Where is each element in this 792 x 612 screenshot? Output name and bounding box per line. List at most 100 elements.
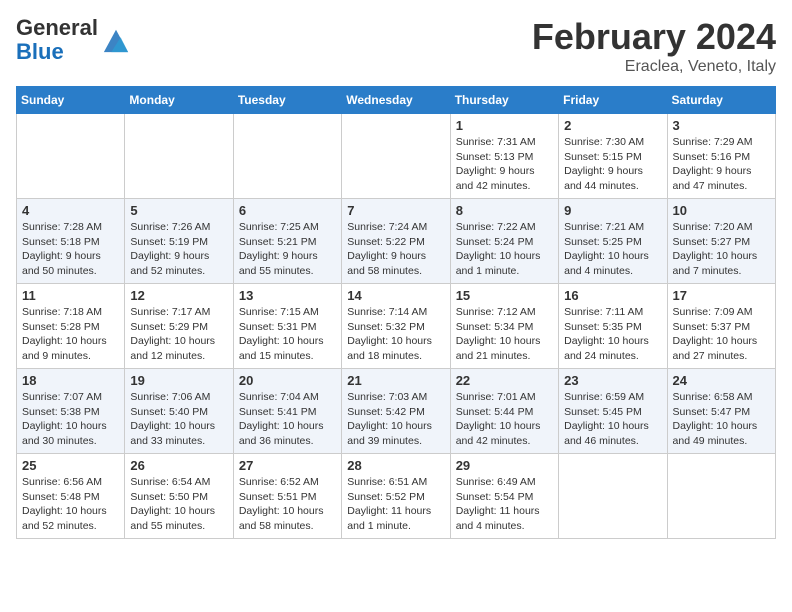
col-friday: Friday (559, 87, 667, 114)
calendar-cell: 6Sunrise: 7:25 AMSunset: 5:21 PMDaylight… (233, 199, 341, 284)
calendar-cell: 29 Sunrise: 6:49 AMSunset: 5:54 PMDayligh… (450, 454, 558, 539)
day-info: Sunrise: 7:06 AMSunset: 5:40 PMDaylight:… (130, 390, 227, 449)
calendar-cell: 3 Sunrise: 7:29 AMSunset: 5:16 PMDaylight… (667, 114, 775, 199)
logo: General Blue (16, 16, 130, 64)
day-number: 17 (673, 288, 770, 303)
day-info: Sunrise: 7:07 AMSunset: 5:38 PMDaylight:… (22, 390, 119, 449)
day-number: 2 (564, 118, 661, 133)
calendar-cell: 13 Sunrise: 7:15 AMSunset: 5:31 PMDayligh… (233, 284, 341, 369)
day-info: Sunrise: 7:09 AMSunset: 5:37 PMDaylight:… (673, 305, 770, 364)
calendar-cell: 14 Sunrise: 7:14 AMSunset: 5:32 PMDayligh… (342, 284, 450, 369)
day-info: Sunrise: 6:52 AMSunset: 5:51 PMDaylight:… (239, 475, 336, 534)
day-number: 3 (673, 118, 770, 133)
day-info: Sunrise: 7:01 AMSunset: 5:44 PMDaylight:… (456, 390, 553, 449)
col-monday: Monday (125, 87, 233, 114)
day-number: 13 (239, 288, 336, 303)
calendar-table: Sunday Monday Tuesday Wednesday Thursday… (16, 86, 776, 539)
day-info: Sunrise: 7:26 AMSunset: 5:19 PMDaylight:… (130, 220, 227, 279)
day-number: 25 (22, 458, 119, 473)
day-number: 5 (130, 203, 227, 218)
calendar-cell: 26Sunrise: 6:54 AMSunset: 5:50 PMDayligh… (125, 454, 233, 539)
day-info: Sunrise: 6:49 AMSunset: 5:54 PMDaylight:… (456, 475, 553, 534)
calendar-cell: 24 Sunrise: 6:58 AMSunset: 5:47 PMDayligh… (667, 369, 775, 454)
calendar-cell: 2 Sunrise: 7:30 AMSunset: 5:15 PMDaylight… (559, 114, 667, 199)
calendar-cell: 9Sunrise: 7:21 AMSunset: 5:25 PMDaylight… (559, 199, 667, 284)
calendar-cell: 28 Sunrise: 6:51 AMSunset: 5:52 PMDayligh… (342, 454, 450, 539)
day-number: 11 (22, 288, 119, 303)
calendar-cell (233, 114, 341, 199)
day-info: Sunrise: 7:29 AMSunset: 5:16 PMDaylight:… (673, 135, 770, 194)
calendar-cell: 25Sunrise: 6:56 AMSunset: 5:48 PMDayligh… (17, 454, 125, 539)
calendar-cell: 21 Sunrise: 7:03 AMSunset: 5:42 PMDayligh… (342, 369, 450, 454)
page-header: General Blue February 2024 Eraclea, Vene… (16, 16, 776, 76)
day-number: 12 (130, 288, 227, 303)
day-number: 15 (456, 288, 553, 303)
calendar-cell: 17 Sunrise: 7:09 AMSunset: 5:37 PMDayligh… (667, 284, 775, 369)
calendar-cell: 22 Sunrise: 7:01 AMSunset: 5:44 PMDayligh… (450, 369, 558, 454)
day-number: 10 (673, 203, 770, 218)
day-info: Sunrise: 7:20 AMSunset: 5:27 PMDaylight:… (673, 220, 770, 279)
calendar-header-row: Sunday Monday Tuesday Wednesday Thursday… (17, 87, 776, 114)
day-number: 16 (564, 288, 661, 303)
calendar-cell: 23Sunrise: 6:59 AMSunset: 5:45 PMDayligh… (559, 369, 667, 454)
calendar-cell: 16 Sunrise: 7:11 AMSunset: 5:35 PMDayligh… (559, 284, 667, 369)
col-sunday: Sunday (17, 87, 125, 114)
day-number: 27 (239, 458, 336, 473)
col-thursday: Thursday (450, 87, 558, 114)
day-number: 22 (456, 373, 553, 388)
day-info: Sunrise: 6:54 AMSunset: 5:50 PMDaylight:… (130, 475, 227, 534)
day-info: Sunrise: 7:03 AMSunset: 5:42 PMDaylight:… (347, 390, 444, 449)
day-info: Sunrise: 6:58 AMSunset: 5:47 PMDaylight:… (673, 390, 770, 449)
calendar-cell: 11 Sunrise: 7:18 AMSunset: 5:28 PMDayligh… (17, 284, 125, 369)
calendar-cell: 4Sunrise: 7:28 AMSunset: 5:18 PMDaylight… (17, 199, 125, 284)
day-info: Sunrise: 7:15 AMSunset: 5:31 PMDaylight:… (239, 305, 336, 364)
day-info: Sunrise: 7:31 AMSunset: 5:13 PMDaylight:… (456, 135, 553, 194)
week-row-3: 11 Sunrise: 7:18 AMSunset: 5:28 PMDayligh… (17, 284, 776, 369)
day-number: 23 (564, 373, 661, 388)
col-wednesday: Wednesday (342, 87, 450, 114)
title-block: February 2024 Eraclea, Veneto, Italy (532, 16, 776, 76)
calendar-cell (125, 114, 233, 199)
calendar-cell (559, 454, 667, 539)
logo-blue-text: Blue (16, 40, 98, 64)
day-number: 9 (564, 203, 661, 218)
col-tuesday: Tuesday (233, 87, 341, 114)
day-info: Sunrise: 7:11 AMSunset: 5:35 PMDaylight:… (564, 305, 661, 364)
calendar-cell: 8Sunrise: 7:22 AMSunset: 5:24 PMDaylight… (450, 199, 558, 284)
calendar-cell: 27 Sunrise: 6:52 AMSunset: 5:51 PMDayligh… (233, 454, 341, 539)
calendar-cell: 1 Sunrise: 7:31 AMSunset: 5:13 PMDaylight… (450, 114, 558, 199)
logo-icon (102, 26, 130, 54)
calendar-cell: 19Sunrise: 7:06 AMSunset: 5:40 PMDayligh… (125, 369, 233, 454)
calendar-cell: 20Sunrise: 7:04 AMSunset: 5:41 PMDayligh… (233, 369, 341, 454)
month-year-title: February 2024 (532, 16, 776, 58)
calendar-cell: 15 Sunrise: 7:12 AMSunset: 5:34 PMDayligh… (450, 284, 558, 369)
day-info: Sunrise: 7:30 AMSunset: 5:15 PMDaylight:… (564, 135, 661, 194)
day-number: 14 (347, 288, 444, 303)
day-number: 21 (347, 373, 444, 388)
day-number: 1 (456, 118, 553, 133)
week-row-2: 4Sunrise: 7:28 AMSunset: 5:18 PMDaylight… (17, 199, 776, 284)
day-number: 28 (347, 458, 444, 473)
day-number: 8 (456, 203, 553, 218)
day-info: Sunrise: 7:18 AMSunset: 5:28 PMDaylight:… (22, 305, 119, 364)
day-number: 24 (673, 373, 770, 388)
calendar-cell (17, 114, 125, 199)
calendar-cell: 18 Sunrise: 7:07 AMSunset: 5:38 PMDayligh… (17, 369, 125, 454)
day-info: Sunrise: 7:12 AMSunset: 5:34 PMDaylight:… (456, 305, 553, 364)
calendar-cell (667, 454, 775, 539)
day-info: Sunrise: 6:51 AMSunset: 5:52 PMDaylight:… (347, 475, 444, 534)
calendar-cell: 7Sunrise: 7:24 AMSunset: 5:22 PMDaylight… (342, 199, 450, 284)
day-number: 29 (456, 458, 553, 473)
location-subtitle: Eraclea, Veneto, Italy (532, 58, 776, 76)
day-number: 18 (22, 373, 119, 388)
day-info: Sunrise: 7:25 AMSunset: 5:21 PMDaylight:… (239, 220, 336, 279)
calendar-cell: 5 Sunrise: 7:26 AMSunset: 5:19 PMDaylight… (125, 199, 233, 284)
calendar-cell: 10 Sunrise: 7:20 AMSunset: 5:27 PMDayligh… (667, 199, 775, 284)
day-number: 7 (347, 203, 444, 218)
col-saturday: Saturday (667, 87, 775, 114)
day-info: Sunrise: 7:14 AMSunset: 5:32 PMDaylight:… (347, 305, 444, 364)
logo-general-text: General (16, 16, 98, 40)
day-info: Sunrise: 7:17 AMSunset: 5:29 PMDaylight:… (130, 305, 227, 364)
week-row-1: 1 Sunrise: 7:31 AMSunset: 5:13 PMDaylight… (17, 114, 776, 199)
week-row-5: 25Sunrise: 6:56 AMSunset: 5:48 PMDayligh… (17, 454, 776, 539)
